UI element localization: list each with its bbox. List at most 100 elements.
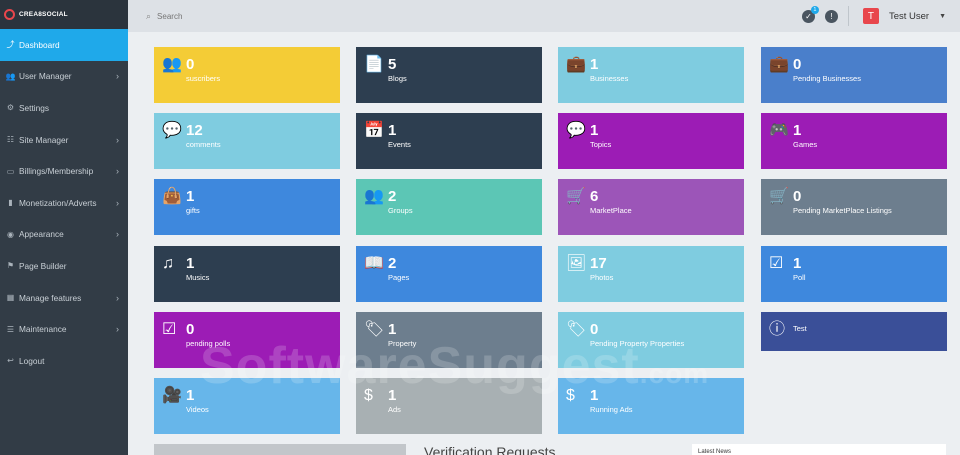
tile-blogs[interactable]: 📄 5 Blogs <box>356 47 542 103</box>
tile-icon: 🎥 <box>162 387 182 404</box>
tile-ads[interactable]: $1 Ads <box>356 378 542 434</box>
tile-events[interactable]: 📅 1 Events <box>356 113 542 169</box>
tile-comments[interactable]: 💬 12 comments <box>154 113 340 169</box>
tile-pending-businesses[interactable]: 💼 0 Pending Businesses <box>761 47 947 103</box>
tile-test[interactable]: ⓘ Test <box>761 312 947 351</box>
search-icon: ⌕ <box>146 10 152 21</box>
tile-icon: 📖 <box>364 255 384 272</box>
tile-label: Photos <box>590 273 614 282</box>
list-icon: ☰ <box>6 324 15 334</box>
tile-musics[interactable]: ♫ 1 Musics <box>154 246 340 302</box>
tile-label: Ads <box>388 405 401 414</box>
tile-label: Test <box>793 324 807 333</box>
tile-topics[interactable]: 💬 1 Topics <box>558 113 744 169</box>
tile-groups[interactable]: 👥 2 Groups <box>356 179 542 235</box>
tile-icon: 📄 <box>364 56 384 73</box>
tile-icon: 💬 <box>566 122 586 139</box>
tile-icon: $ <box>364 387 373 404</box>
caret-down-icon[interactable]: ▼ <box>939 13 946 20</box>
tile-pages[interactable]: 📖 2 Pages <box>356 246 542 302</box>
sidebar-item-appearance[interactable]: ◉ Appearance › <box>0 219 128 251</box>
tile-icon: ♫ <box>162 255 174 272</box>
topbar-actions: ✓ 1 ! T Test User ▼ <box>801 0 946 32</box>
sidebar-item-label: Maintenance <box>19 324 67 335</box>
tile-count: 1 <box>186 188 195 205</box>
tile-count: 1 <box>793 255 802 272</box>
sidebar-item-maintenance[interactable]: ☰ Maintenance › <box>0 313 128 345</box>
gear-icon: ⚙ <box>6 103 15 113</box>
tile-label: Running Ads <box>590 405 633 414</box>
tile-icon: 🖼 <box>566 255 587 272</box>
tile-label: Pending Property Properties <box>590 339 685 348</box>
tile-count: 1 <box>388 321 397 338</box>
tile-label: Businesses <box>590 74 629 83</box>
card-icon: ▭ <box>6 166 15 176</box>
tile-icon: 🏷 <box>566 321 587 338</box>
tile-games[interactable]: 🎮 1 Games <box>761 113 947 169</box>
sidebar-item-site-manager[interactable]: ☷ Site Manager › <box>0 124 128 156</box>
user-name[interactable]: Test User <box>889 11 929 22</box>
chevron-right-icon: › <box>116 197 119 208</box>
sidebar-item-monetization-adverts[interactable]: ▮ Monetization/Adverts › <box>0 187 128 219</box>
sidebar-item-logout[interactable]: ↩ Logout <box>0 345 128 377</box>
topbar-divider <box>847 6 849 26</box>
sidebar-item-page-builder[interactable]: ⚑ Page Builder <box>0 250 128 282</box>
sidebar-item-billings-membership[interactable]: ▭ Billings/Membership › <box>0 155 128 187</box>
sidebar-item-manage-features[interactable]: ▦ Manage features › <box>0 282 128 314</box>
chevron-right-icon: › <box>116 324 119 335</box>
tile-photos[interactable]: 🖼 17 Photos <box>558 246 744 302</box>
sidebar-item-dashboard[interactable]: ⤴ Dashboard <box>0 29 128 61</box>
sidebar-item-label: Settings <box>19 102 49 113</box>
tile-count: 1 <box>590 56 599 73</box>
tile-count: 5 <box>388 56 397 73</box>
sidebar-item-label: Appearance <box>19 229 64 240</box>
avatar[interactable]: T <box>862 8 879 24</box>
tile-label: suscribers <box>186 74 221 83</box>
sidebar-item-label: Manage features <box>19 292 82 303</box>
tile-pending-polls[interactable]: ☑ 0 pending polls <box>154 312 340 368</box>
tile-icon: 👥 <box>364 188 384 205</box>
tile-videos[interactable]: 🎥 1 Videos <box>154 378 340 434</box>
tile-icon: 👥 <box>162 56 182 73</box>
tile-property[interactable]: 🏷 1 Property <box>356 312 542 368</box>
tile-running-ads[interactable]: $1 Running Ads <box>558 378 744 434</box>
tile-icon: ⓘ <box>769 321 786 338</box>
flag-icon: ⚑ <box>6 261 15 271</box>
tile-businesses[interactable]: 💼 1 Businesses <box>558 47 744 103</box>
tile-label: Events <box>388 140 411 149</box>
tile-count: 1 <box>590 387 599 404</box>
tile-count: 2 <box>388 255 397 272</box>
tile-count: 2 <box>388 188 397 205</box>
tile-count: 6 <box>590 188 599 205</box>
tile-icon: 💼 <box>566 56 586 73</box>
sidebar-item-settings[interactable]: ⚙ Settings <box>0 92 128 124</box>
tile-poll[interactable]: ☑ 1 Poll <box>761 246 947 302</box>
users-icon: 👥 <box>5 71 16 81</box>
tile-count: 0 <box>186 321 195 338</box>
alert-icon[interactable]: ! <box>824 9 838 23</box>
search-input[interactable] <box>157 11 358 21</box>
tile-pending-property-properties[interactable]: 🏷 0 Pending Property Properties <box>558 312 744 368</box>
tile-suscribers[interactable]: 👥 0 suscribers <box>154 47 340 103</box>
tile-pending-marketplace-listings[interactable]: 🛒 0 Pending MarketPlace Listings <box>761 179 947 235</box>
tile-gifts[interactable]: 👜 1 gifts <box>154 179 340 235</box>
tile-icon: 🛒 <box>769 188 789 205</box>
topbar: ⌕ ✓1 ! T Test User ▼ <box>128 0 960 32</box>
latest-news-title: Latest News <box>698 449 732 455</box>
tile-marketplace[interactable]: 🛒 6 MarketPlace <box>558 179 744 235</box>
palette-icon: ◉ <box>7 229 14 239</box>
tile-label: Poll <box>793 273 806 282</box>
check-notifications-icon[interactable]: ✓ 1 <box>801 5 819 23</box>
tile-label: comments <box>186 140 221 149</box>
tile-label: gifts <box>186 206 200 215</box>
sidebar-item-label: Billings/Membership <box>19 166 94 177</box>
tile-count: 0 <box>590 321 599 338</box>
tile-count: 1 <box>793 122 802 139</box>
brand-name: CREA8SOCIAL <box>19 11 68 18</box>
tile-label: Games <box>793 140 818 149</box>
tile-icon: ☑ <box>769 255 784 272</box>
tile-icon: ☑ <box>162 321 177 338</box>
brand[interactable]: CREA8SOCIAL <box>0 0 128 29</box>
sidebar-item-user-manager[interactable]: 👥 User Manager › <box>0 61 128 93</box>
tile-count: 0 <box>186 56 195 73</box>
